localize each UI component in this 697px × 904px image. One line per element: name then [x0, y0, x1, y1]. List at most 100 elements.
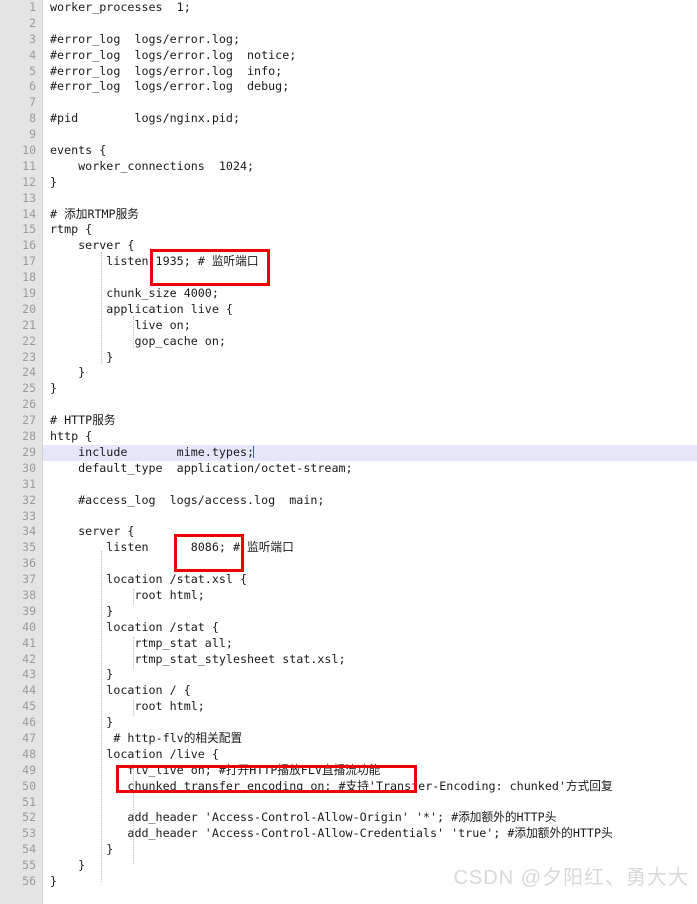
code-line-text: gop_cache on; — [50, 333, 226, 348]
line-number: 56 — [22, 873, 36, 888]
code-line[interactable]: } — [0, 175, 697, 191]
code-line[interactable]: } — [0, 842, 697, 858]
code-line[interactable]: add_header 'Access-Control-Allow-Origin'… — [0, 810, 697, 826]
line-number: 32 — [22, 492, 36, 507]
code-line[interactable]: #pid logs/nginx.pid; — [0, 111, 697, 127]
code-line[interactable]: location /stat.xsl { — [0, 572, 697, 588]
code-line[interactable]: application live { — [0, 302, 697, 318]
code-line[interactable]: #error_log logs/error.log; — [0, 32, 697, 48]
code-line[interactable]: location / { — [0, 683, 697, 699]
code-line-text: rtmp_stat all; — [50, 635, 233, 650]
line-number: 31 — [22, 476, 36, 491]
line-number: 2 — [29, 15, 36, 30]
code-line[interactable]: root html; — [0, 699, 697, 715]
line-number: 54 — [22, 842, 36, 857]
code-line-text: } — [50, 365, 86, 380]
code-line[interactable]: root html; — [0, 588, 697, 604]
code-line[interactable] — [0, 127, 697, 143]
code-line[interactable]: } — [0, 350, 697, 366]
code-line[interactable]: server { — [0, 238, 697, 254]
line-number: 47 — [22, 730, 36, 745]
code-line[interactable]: flv_live on; #打开HTTP播放FLV直播流功能 — [0, 763, 697, 779]
code-line-text: default_type application/octet-stream; — [50, 460, 353, 475]
line-number: 22 — [22, 333, 36, 348]
line-number: 12 — [22, 174, 36, 189]
code-line[interactable]: gop_cache on; — [0, 334, 697, 350]
code-line-text: live on; — [50, 317, 191, 332]
code-line-text: flv_live on; #打开HTTP播放FLV直播流功能 — [50, 762, 381, 777]
line-number: 26 — [22, 397, 36, 412]
code-line[interactable]: chunk_size 4000; — [0, 286, 697, 302]
line-number: 17 — [22, 254, 36, 269]
line-number-gutter: 1 2 3 4 5 6 7 8 9 10 11 12 13 14 15 16 17 18 19 20 21 22 23 24 2… — [0, 0, 43, 904]
line-number: 41 — [22, 635, 36, 650]
line-number: 10 — [22, 143, 36, 158]
code-line[interactable]: # 添加RTMP服务 — [0, 207, 697, 223]
line-number: 28 — [22, 429, 36, 444]
code-line-text: listen 1935; # 监听端口 — [50, 254, 259, 269]
code-line[interactable]: http { — [0, 429, 697, 445]
line-number: 45 — [22, 699, 36, 714]
indent-guide — [133, 316, 134, 348]
line-number: 46 — [22, 715, 36, 730]
line-number: 53 — [22, 826, 36, 841]
code-line[interactable] — [0, 477, 697, 493]
code-line[interactable]: } — [0, 715, 697, 731]
code-line-text: application live { — [50, 301, 233, 316]
line-number: 49 — [22, 762, 36, 777]
code-line[interactable]: #error_log logs/error.log debug; — [0, 79, 697, 95]
code-line[interactable]: listen 8086; # 监听端口 — [0, 540, 697, 556]
code-line[interactable]: listen 1935; # 监听端口 — [0, 254, 697, 270]
code-line[interactable]: #access_log logs/access.log main; — [0, 493, 697, 509]
code-content-area[interactable]: worker_processes 1; #error_log logs/error… — [0, 0, 697, 904]
line-number: 19 — [22, 286, 36, 301]
code-line-text: location /stat.xsl { — [50, 572, 248, 587]
code-line[interactable] — [0, 509, 697, 525]
code-editor[interactable]: 1 2 3 4 5 6 7 8 9 10 11 12 13 14 15 16 17 18 19 20 21 22 23 24 2… — [0, 0, 697, 904]
code-line[interactable]: events { — [0, 143, 697, 159]
code-line[interactable] — [0, 270, 697, 286]
code-line[interactable]: worker_connections 1024; — [0, 159, 697, 175]
line-number: 29 — [22, 444, 36, 459]
code-line[interactable]: # http-flv的相关配置 — [0, 731, 697, 747]
code-line[interactable]: #error_log logs/error.log notice; — [0, 48, 697, 64]
code-line[interactable]: add_header 'Access-Control-Allow-Credent… — [0, 826, 697, 842]
indent-guide — [133, 589, 134, 605]
code-line[interactable]: # HTTP服务 — [0, 413, 697, 429]
code-line[interactable]: live on; — [0, 318, 697, 334]
code-line-text: chunk_size 4000; — [50, 286, 219, 301]
code-line-text: } — [50, 174, 58, 189]
code-line[interactable]: #error_log logs/error.log info; — [0, 64, 697, 80]
line-number: 44 — [22, 683, 36, 698]
code-line[interactable]: rtmp { — [0, 222, 697, 238]
code-line-text: location /live { — [50, 746, 219, 761]
code-line[interactable]: } — [0, 365, 697, 381]
code-line[interactable] — [0, 556, 697, 572]
code-line[interactable] — [0, 397, 697, 413]
code-line[interactable]: worker_processes 1; — [0, 0, 697, 16]
code-line[interactable]: location /stat { — [0, 620, 697, 636]
code-line[interactable]: rtmp_stat all; — [0, 636, 697, 652]
code-line[interactable]: default_type application/octet-stream; — [0, 461, 697, 477]
code-line[interactable]: } — [0, 667, 697, 683]
code-line[interactable] — [0, 95, 697, 111]
code-line[interactable]: chunked_transfer_encoding on; #支持'Transf… — [0, 779, 697, 795]
line-number: 42 — [22, 651, 36, 666]
code-line[interactable] — [0, 191, 697, 207]
code-line[interactable] — [0, 795, 697, 811]
code-line-text: worker_processes 1; — [50, 0, 191, 14]
code-line-text: } — [50, 603, 114, 618]
indent-guide — [133, 637, 134, 669]
line-number: 18 — [22, 270, 36, 285]
code-line[interactable] — [0, 16, 697, 32]
code-line-text: # 添加RTMP服务 — [50, 206, 139, 221]
code-line[interactable]: location /live { — [0, 747, 697, 763]
line-number: 23 — [22, 349, 36, 364]
code-line[interactable]: rtmp_stat_stylesheet stat.xsl; — [0, 652, 697, 668]
indent-guide — [133, 764, 134, 864]
code-line-text: } — [50, 858, 86, 873]
code-line[interactable]: } — [0, 604, 697, 620]
code-line[interactable]: server { — [0, 524, 697, 540]
code-line-active[interactable]: include mime.types; — [0, 444, 697, 461]
code-line[interactable]: } — [0, 381, 697, 397]
